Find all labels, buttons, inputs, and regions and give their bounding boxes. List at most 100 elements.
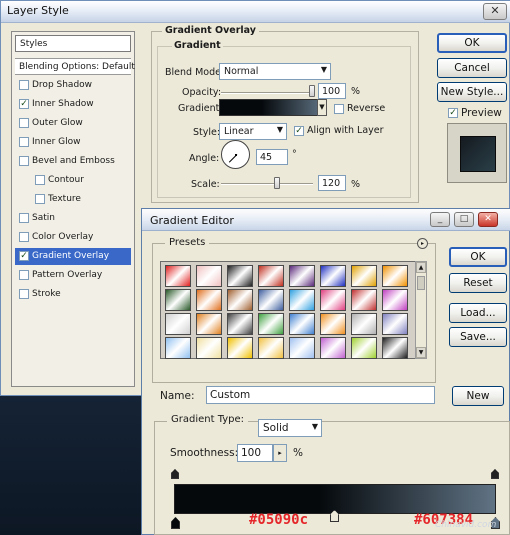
blend-mode-select[interactable]: Normal ▼ [219, 63, 331, 80]
preset-swatch[interactable] [165, 265, 191, 287]
preset-swatch[interactable] [289, 337, 315, 359]
preset-swatch[interactable] [258, 313, 284, 335]
scale-slider-thumb[interactable] [273, 177, 280, 189]
preview-checkbox[interactable]: ✓ Preview [448, 107, 502, 119]
close-icon[interactable]: ✕ [483, 3, 507, 20]
gradient-type-select[interactable]: Solid ▼ [258, 419, 322, 437]
style-select[interactable]: Linear ▼ [219, 123, 287, 140]
preset-swatch[interactable] [382, 313, 408, 335]
smoothness-input[interactable]: 100 [237, 444, 273, 462]
style-item[interactable]: Texture [15, 191, 131, 208]
close-icon[interactable]: ✕ [478, 212, 498, 227]
style-item[interactable]: Pattern Overlay [15, 267, 131, 284]
presets-scrollbar[interactable]: ▲ ▼ [415, 261, 427, 359]
preset-swatch[interactable] [382, 289, 408, 311]
opacity-input[interactable]: 100 [318, 83, 346, 99]
presets-menu-icon[interactable]: ▸ [417, 238, 428, 249]
style-item[interactable]: Inner Glow [15, 134, 131, 151]
preset-swatch[interactable] [320, 265, 346, 287]
preset-swatch[interactable] [320, 289, 346, 311]
maximize-icon[interactable]: □ [454, 212, 474, 227]
gradient-preview-bar[interactable] [174, 484, 496, 514]
preset-swatch[interactable] [320, 337, 346, 359]
opacity-slider-track[interactable] [221, 92, 313, 94]
ok-button[interactable]: OK [437, 33, 507, 53]
preset-swatch[interactable] [351, 337, 377, 359]
preset-swatch[interactable] [196, 337, 222, 359]
preset-swatch[interactable] [258, 289, 284, 311]
preset-swatch[interactable] [196, 313, 222, 335]
ge-load-button[interactable]: Load... [449, 303, 507, 323]
opacity-slider-thumb[interactable] [309, 85, 315, 97]
ge-save-button[interactable]: Save... [449, 327, 507, 347]
layer-style-titlebar[interactable]: Layer Style ✕ [1, 1, 510, 23]
checkbox-icon[interactable] [19, 79, 29, 90]
new-button[interactable]: New [452, 386, 504, 406]
preset-swatch[interactable] [351, 265, 377, 287]
preset-swatch[interactable] [289, 313, 315, 335]
style-item[interactable]: ✓ Gradient Overlay [15, 248, 131, 265]
style-item[interactable]: Outer Glow [15, 115, 131, 132]
minimize-icon[interactable]: _ [430, 212, 450, 227]
preset-swatch[interactable] [258, 265, 284, 287]
checkbox-icon[interactable] [35, 174, 45, 185]
preset-swatch[interactable] [351, 313, 377, 335]
angle-input[interactable]: 45 [256, 149, 288, 165]
scrollbar-thumb[interactable] [417, 276, 425, 290]
style-item[interactable]: Blending Options: Default [15, 58, 135, 75]
checkbox-icon[interactable] [19, 136, 29, 147]
style-item[interactable]: Drop Shadow [15, 77, 131, 94]
preset-swatch[interactable] [351, 289, 377, 311]
gradient-dropdown-arrow-icon[interactable]: ▼ [317, 99, 327, 116]
checkmark-icon[interactable]: ✓ [19, 250, 29, 261]
scale-slider-track[interactable] [221, 183, 313, 185]
name-input[interactable]: Custom [206, 386, 435, 404]
ge-ok-button[interactable]: OK [449, 247, 507, 267]
preset-swatch[interactable] [227, 289, 253, 311]
scroll-up-icon[interactable]: ▲ [416, 262, 426, 273]
smoothness-stepper-icon[interactable]: ▸ [273, 444, 287, 462]
ge-reset-button[interactable]: Reset [449, 273, 507, 293]
cancel-button[interactable]: Cancel [437, 58, 507, 78]
preset-swatch[interactable] [196, 289, 222, 311]
preset-swatch[interactable] [227, 337, 253, 359]
reverse-checkbox[interactable]: Reverse [334, 103, 385, 114]
preset-swatch[interactable] [382, 265, 408, 287]
angle-dial-center [235, 154, 237, 156]
preset-swatch[interactable] [165, 313, 191, 335]
checkbox-icon[interactable] [19, 269, 29, 280]
preset-swatch[interactable] [196, 265, 222, 287]
preset-swatch[interactable] [165, 289, 191, 311]
new-style-button[interactable]: New Style... [437, 82, 507, 102]
preset-swatch[interactable] [227, 313, 253, 335]
style-item[interactable]: Satin [15, 210, 131, 227]
scroll-down-icon[interactable]: ▼ [416, 347, 426, 358]
checkmark-icon[interactable]: ✓ [19, 98, 29, 109]
angle-dial[interactable] [221, 140, 250, 169]
checkbox-icon[interactable] [19, 117, 29, 128]
style-item[interactable]: Contour [15, 172, 131, 189]
style-item[interactable]: Bevel and Emboss [15, 153, 131, 170]
style-item[interactable]: Color Overlay [15, 229, 131, 246]
preset-swatch[interactable] [165, 337, 191, 359]
styles-list-header[interactable]: Styles [15, 35, 131, 52]
gradient-editor-titlebar[interactable]: Gradient Editor _ □ ✕ [142, 209, 510, 231]
scale-input[interactable]: 120 [318, 175, 346, 191]
style-item[interactable]: Stroke [15, 286, 131, 303]
checkbox-icon[interactable] [19, 155, 29, 166]
checkbox-icon[interactable] [19, 231, 29, 242]
checkbox-icon[interactable] [19, 212, 29, 223]
checkbox-icon[interactable] [19, 288, 29, 299]
preset-swatch[interactable] [320, 313, 346, 335]
align-with-layer-checkbox[interactable]: ✓ Align with Layer [294, 125, 384, 136]
chevron-down-icon: ▼ [320, 65, 327, 74]
gradient-picker[interactable] [219, 99, 325, 116]
preset-swatch[interactable] [289, 265, 315, 287]
style-item[interactable]: ✓ Inner Shadow [15, 96, 131, 113]
checkbox-icon[interactable] [35, 193, 45, 204]
angle-label: Angle: [189, 153, 220, 164]
preset-swatch[interactable] [382, 337, 408, 359]
preset-swatch[interactable] [289, 289, 315, 311]
preset-swatch[interactable] [258, 337, 284, 359]
preset-swatch[interactable] [227, 265, 253, 287]
